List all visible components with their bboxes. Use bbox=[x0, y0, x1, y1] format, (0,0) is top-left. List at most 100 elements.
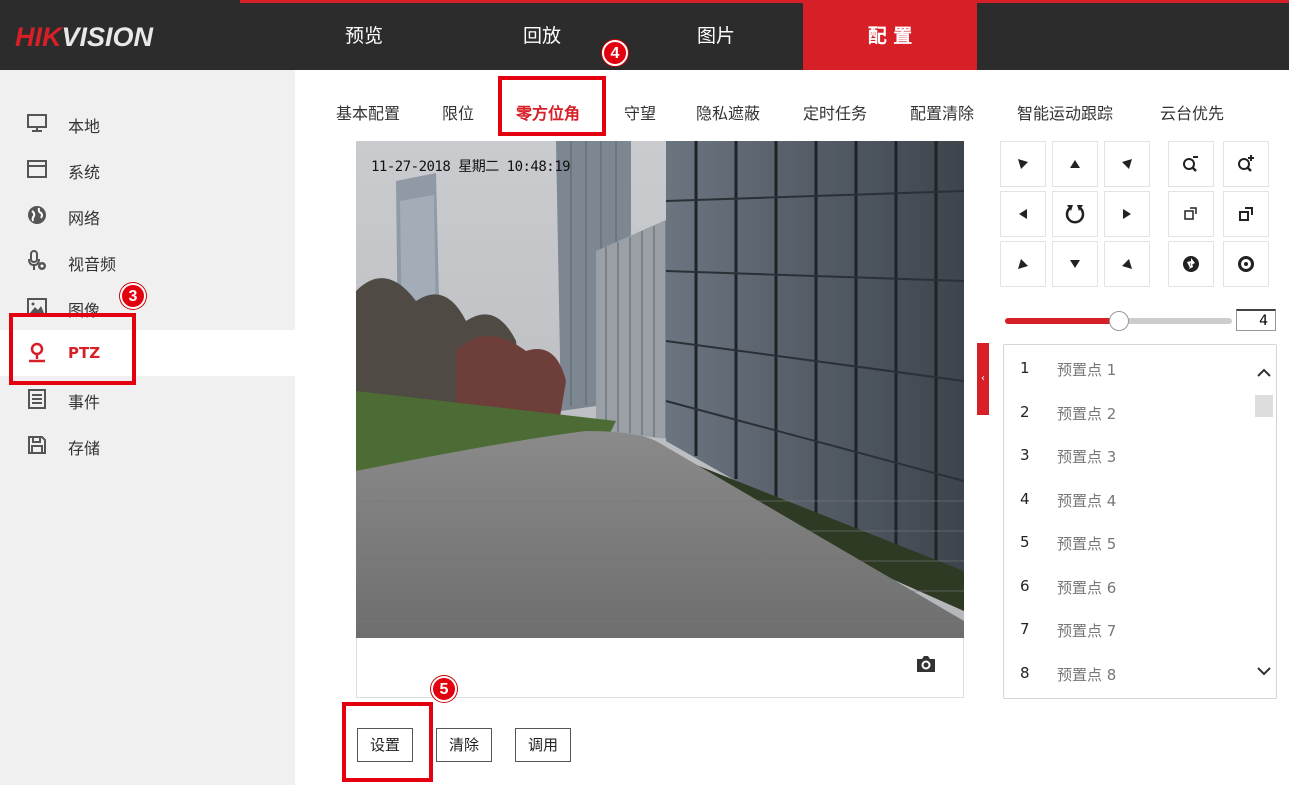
tab-limit[interactable]: 限位 bbox=[442, 100, 474, 124]
tab-privacy-mask[interactable]: 隐私遮蔽 bbox=[696, 100, 760, 124]
tab-zero-azimuth[interactable]: 零方位角 bbox=[516, 100, 580, 124]
annotation-badge-5: 5 bbox=[431, 676, 457, 702]
scrollbar-thumb[interactable] bbox=[1255, 395, 1273, 417]
sidebar-item-event[interactable]: 事件 bbox=[0, 376, 295, 422]
tab-basic-config[interactable]: 基本配置 bbox=[336, 100, 400, 124]
ptz-left-button[interactable] bbox=[1000, 191, 1046, 237]
iris-open-button[interactable] bbox=[1168, 241, 1214, 287]
sidebar-item-label: 本地 bbox=[68, 117, 101, 136]
ptz-right-button[interactable] bbox=[1104, 191, 1150, 237]
tab-smart-tracking[interactable]: 智能运动跟踪 bbox=[1017, 100, 1113, 124]
tab-scheduled-task[interactable]: 定时任务 bbox=[803, 100, 867, 124]
preset-number: 4 bbox=[1020, 489, 1030, 508]
save-disk-icon bbox=[28, 436, 46, 454]
logo-white-part: VISION bbox=[61, 22, 154, 52]
nav-configuration[interactable]: 配 置 bbox=[803, 3, 977, 70]
zoom-in-icon bbox=[1238, 155, 1254, 172]
arrow-up-right-icon bbox=[1122, 159, 1132, 169]
preset-scrollbar[interactable] bbox=[1252, 345, 1276, 698]
lens-control-pad bbox=[1168, 141, 1278, 287]
ptz-speed-slider[interactable] bbox=[1005, 311, 1232, 331]
sidebar-item-image[interactable]: 图像 bbox=[0, 284, 295, 330]
sidebar-item-ptz[interactable]: PTZ bbox=[0, 330, 295, 376]
preset-name: 预置点 3 bbox=[1057, 448, 1117, 466]
arrow-down-left-icon bbox=[1018, 259, 1028, 269]
sidebar-item-system[interactable]: 系统 bbox=[0, 146, 295, 192]
preset-number: 3 bbox=[1020, 446, 1030, 464]
iris-close-button[interactable] bbox=[1223, 241, 1269, 287]
preset-name: 预置点 6 bbox=[1057, 578, 1117, 597]
hikvision-logo: HIKVISION bbox=[15, 22, 153, 53]
set-button[interactable]: 设置 bbox=[357, 728, 413, 762]
chevron-left-icon: ‹ bbox=[981, 373, 985, 384]
sidebar-item-label: 存储 bbox=[68, 439, 101, 458]
window-icon bbox=[27, 160, 47, 178]
preset-row[interactable]: 6 预置点 6 bbox=[1004, 565, 1252, 608]
annotation-badge-3: 3 bbox=[120, 283, 146, 309]
sidebar-item-label: 系统 bbox=[68, 163, 101, 182]
preset-number: 7 bbox=[1020, 620, 1030, 638]
tab-park-action[interactable]: 守望 bbox=[624, 100, 656, 124]
sidebar-item-label: 视音频 bbox=[68, 255, 117, 274]
top-navigation-bar: HIKVISION 预览 回放 图片 配 置 bbox=[0, 0, 1289, 70]
ptz-up-right-button[interactable] bbox=[1104, 141, 1150, 187]
image-icon bbox=[27, 298, 47, 316]
arrow-right-icon bbox=[1123, 209, 1131, 219]
focus-far-button[interactable] bbox=[1223, 191, 1269, 237]
tab-ptz-priority[interactable]: 云台优先 bbox=[1160, 100, 1224, 124]
clear-button[interactable]: 清除 bbox=[436, 728, 492, 762]
focus-near-icon bbox=[1184, 207, 1197, 220]
sidebar-item-local[interactable]: 本地 bbox=[0, 100, 295, 146]
speed-slider-fill bbox=[1005, 318, 1119, 324]
zoom-out-button[interactable] bbox=[1168, 141, 1214, 187]
tab-clear-config[interactable]: 配置清除 bbox=[910, 100, 974, 124]
preset-name: 预置点 2 bbox=[1057, 404, 1117, 423]
preset-number: 8 bbox=[1020, 663, 1030, 682]
sidebar: 本地 系统 网络 视音频 图像 PTZ 事件 存储 bbox=[0, 70, 295, 785]
ptz-auto-rotate-button[interactable] bbox=[1052, 191, 1098, 237]
preset-row[interactable]: 4 预置点 4 bbox=[1004, 478, 1252, 521]
call-button[interactable]: 调用 bbox=[515, 728, 571, 762]
sidebar-item-storage[interactable]: 存储 bbox=[0, 422, 295, 468]
scroll-down-icon[interactable] bbox=[1256, 663, 1272, 679]
live-video-view[interactable]: 11-27-2018 星期二 10:48:19 bbox=[356, 141, 964, 638]
preset-row[interactable]: 3 预置点 3 bbox=[1004, 434, 1252, 477]
sidebar-item-video-audio[interactable]: 视音频 bbox=[0, 238, 295, 284]
arrow-up-icon bbox=[1070, 160, 1080, 168]
annotation-badge-4: 4 bbox=[602, 40, 628, 66]
focus-near-button[interactable] bbox=[1168, 191, 1214, 237]
ptz-down-left-button[interactable] bbox=[1000, 241, 1046, 287]
ptz-speed-value[interactable]: 4 bbox=[1236, 309, 1276, 331]
nav-picture[interactable]: 图片 bbox=[666, 3, 766, 70]
ptz-up-left-button[interactable] bbox=[1000, 141, 1046, 187]
preset-row[interactable]: 2 预置点 2 bbox=[1004, 391, 1252, 434]
sidebar-item-label: 网络 bbox=[68, 209, 101, 228]
ptz-user-icon bbox=[29, 342, 45, 363]
preset-number: 1 bbox=[1020, 359, 1030, 377]
sidebar-item-network[interactable]: 网络 bbox=[0, 192, 295, 238]
speed-slider-handle[interactable] bbox=[1108, 311, 1129, 331]
preset-row[interactable]: 5 预置点 5 bbox=[1004, 521, 1252, 564]
iris-close-icon bbox=[1238, 256, 1254, 272]
preset-row[interactable]: 7 预置点 7 bbox=[1004, 608, 1252, 651]
sidebar-item-label: PTZ bbox=[68, 344, 101, 362]
scroll-up-icon[interactable] bbox=[1256, 365, 1272, 381]
preset-row[interactable]: 1 预置点 1 bbox=[1004, 347, 1252, 390]
logo-red-part: HIK bbox=[15, 22, 62, 52]
arrow-up-left-icon bbox=[1018, 159, 1028, 169]
panel-collapse-button[interactable]: ‹ bbox=[977, 343, 989, 415]
preset-number: 2 bbox=[1020, 402, 1030, 421]
iris-open-icon bbox=[1183, 256, 1199, 272]
nav-preview[interactable]: 预览 bbox=[314, 3, 414, 70]
ptz-down-right-button[interactable] bbox=[1104, 241, 1150, 287]
camera-snapshot-icon[interactable] bbox=[915, 654, 937, 674]
zoom-in-button[interactable] bbox=[1223, 141, 1269, 187]
monitor-icon bbox=[27, 114, 47, 132]
ptz-up-button[interactable] bbox=[1052, 141, 1098, 187]
preset-row[interactable]: 8 预置点 8 bbox=[1004, 652, 1252, 695]
preset-name: 预置点 5 bbox=[1057, 535, 1117, 553]
arrow-down-icon bbox=[1070, 260, 1080, 268]
nav-playback[interactable]: 回放 bbox=[492, 3, 592, 70]
ptz-down-button[interactable] bbox=[1052, 241, 1098, 287]
sidebar-item-label: 事件 bbox=[68, 393, 101, 412]
